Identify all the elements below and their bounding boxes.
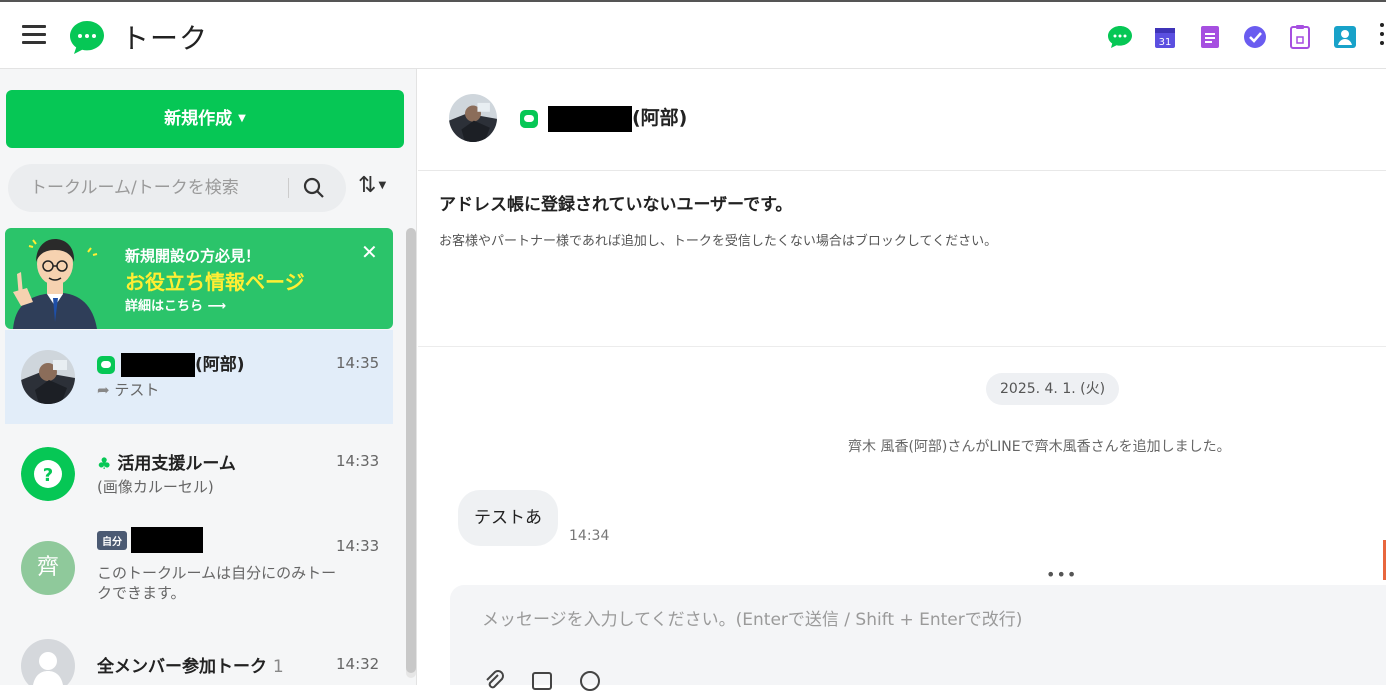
menu-icon[interactable] (22, 25, 46, 45)
caret-down-icon: ▼ (238, 113, 246, 124)
chat-name-text: 活用支援ルーム (117, 454, 236, 474)
search-divider (288, 178, 289, 198)
sidebar: 新規作成▼ ⇅▼ 新規開設の方必見！ お役立ち情報ページ 詳細はこちら ⟶ ✕ (0, 69, 417, 685)
chat-list-item[interactable]: 全メンバー参加トーク 1 14:32 (5, 624, 393, 685)
chat-list-item[interactable]: 齊 自分 14:33 このトークルームは自分にのみトークできます。 (5, 519, 393, 613)
redacted-name (131, 527, 203, 553)
talk-app-icon[interactable] (1106, 24, 1134, 50)
line-icon (520, 109, 538, 128)
notice-body: お客様やパートナー様であれば追加し、トークを受信したくない場合はブロックしてくだ… (439, 234, 998, 249)
member-count: 1 (272, 657, 284, 677)
new-chat-label: 新規作成 (164, 109, 233, 129)
chat-preview-text: テスト (114, 381, 160, 399)
date-separator: 2025. 4. 1. (火) (986, 373, 1120, 405)
chat-title: (阿部) (520, 103, 687, 132)
chat-preview: このトークルームは自分にのみトークできます。 (97, 564, 337, 602)
chat-preview: ➦ テスト (97, 380, 337, 400)
image-icon[interactable] (530, 669, 554, 693)
message-composer (450, 585, 1386, 691)
chat-name-suffix: (阿部) (195, 355, 245, 375)
contacts-app-icon[interactable] (1331, 24, 1359, 50)
clipboard-app-icon[interactable] (1286, 24, 1314, 50)
banner-subtitle: 新規開設の方必見！ (125, 247, 261, 265)
caret-down-icon: ▼ (378, 180, 387, 191)
businessman-illustration (13, 239, 98, 329)
sort-icon: ⇅ (358, 173, 377, 198)
support-icon: ♣ (97, 454, 112, 473)
app-switcher: 31 (1106, 24, 1376, 50)
chat-name: 自分 (97, 527, 203, 553)
close-icon[interactable]: ✕ (361, 240, 378, 264)
chat-name-text: 全メンバー参加トーク (97, 657, 267, 677)
help-avatar: ? (21, 447, 75, 501)
sidebar-scrollbar[interactable] (406, 228, 416, 678)
calendar-app-icon[interactable]: 31 (1151, 24, 1179, 50)
search-box (8, 164, 346, 212)
chat-panel: (阿部) アドレス帳に登録されていないユーザーです。 お客様やパートナー様であれ… (418, 69, 1386, 691)
chat-name: 全メンバー参加トーク 1 (97, 652, 284, 677)
top-bar: トーク 31 (0, 0, 1386, 69)
search-icon[interactable] (302, 176, 326, 200)
chat-time: 14:33 (336, 452, 380, 470)
banner-title: お役立ち情報ページ (125, 270, 305, 294)
chat-list-item[interactable]: ? ♣ 活用支援ルーム 14:33 (画像カルーセル) (5, 425, 393, 519)
message-time: 14:34 (569, 528, 610, 544)
line-icon (97, 356, 115, 374)
unregistered-user-notice: アドレス帳に登録されていないユーザーです。 お客様やパートナー様であれば追加し、… (418, 172, 1386, 347)
avatar: 齊 (21, 541, 75, 595)
calendar-day: 31 (1159, 37, 1172, 48)
note-app-icon[interactable] (1196, 24, 1224, 50)
banner-link[interactable]: 詳細はこちら ⟶ (125, 295, 226, 314)
redacted-name (121, 353, 195, 377)
chat-time: 14:32 (336, 655, 380, 673)
self-badge: 自分 (97, 530, 127, 550)
attach-icon[interactable] (482, 669, 506, 693)
group-avatar (21, 639, 75, 685)
sort-button[interactable]: ⇅ ▼ (358, 173, 400, 203)
more-icon[interactable] (1380, 23, 1386, 51)
emoji-icon[interactable] (578, 669, 602, 693)
chat-preview: (画像カルーセル) (97, 478, 214, 496)
chat-time: 14:33 (336, 537, 380, 555)
page-title: トーク (121, 22, 209, 55)
chat-title-suffix: (阿部) (632, 107, 688, 129)
chat-name: (阿部) (97, 350, 245, 377)
forward-icon: ➦ (97, 381, 110, 399)
chat-header: (阿部) (418, 69, 1386, 171)
more-options-icon[interactable]: ••• (1046, 565, 1077, 584)
message-input[interactable] (482, 605, 1282, 635)
svg-text:?: ? (43, 465, 53, 486)
chat-name: ♣ 活用支援ルーム (97, 449, 236, 474)
search-input[interactable] (30, 177, 270, 199)
promo-banner[interactable]: 新規開設の方必見！ お役立ち情報ページ 詳細はこちら ⟶ ✕ (5, 228, 393, 329)
avatar[interactable] (449, 94, 497, 142)
chat-time: 14:35 (336, 354, 380, 372)
task-app-icon[interactable] (1241, 24, 1269, 50)
chat-list-item[interactable]: (阿部) 14:35 ➦ テスト (5, 330, 393, 424)
new-chat-button[interactable]: 新規作成 ▼ (6, 90, 404, 148)
message-list: 2025. 4. 1. (火) 齊木 風香(阿部)さんがLINEで齊木風香さんを… (418, 348, 1386, 578)
scrollbar-thumb[interactable] (406, 228, 416, 673)
redacted-name (548, 105, 632, 132)
talk-logo-icon (70, 21, 104, 54)
avatar (21, 350, 75, 404)
message-bubble[interactable]: テストあ (458, 490, 558, 546)
system-message: 齊木 風香(阿部)さんがLINEで齊木風香さんを追加しました。 (848, 439, 1231, 455)
notice-title: アドレス帳に登録されていないユーザーです。 (439, 195, 793, 215)
